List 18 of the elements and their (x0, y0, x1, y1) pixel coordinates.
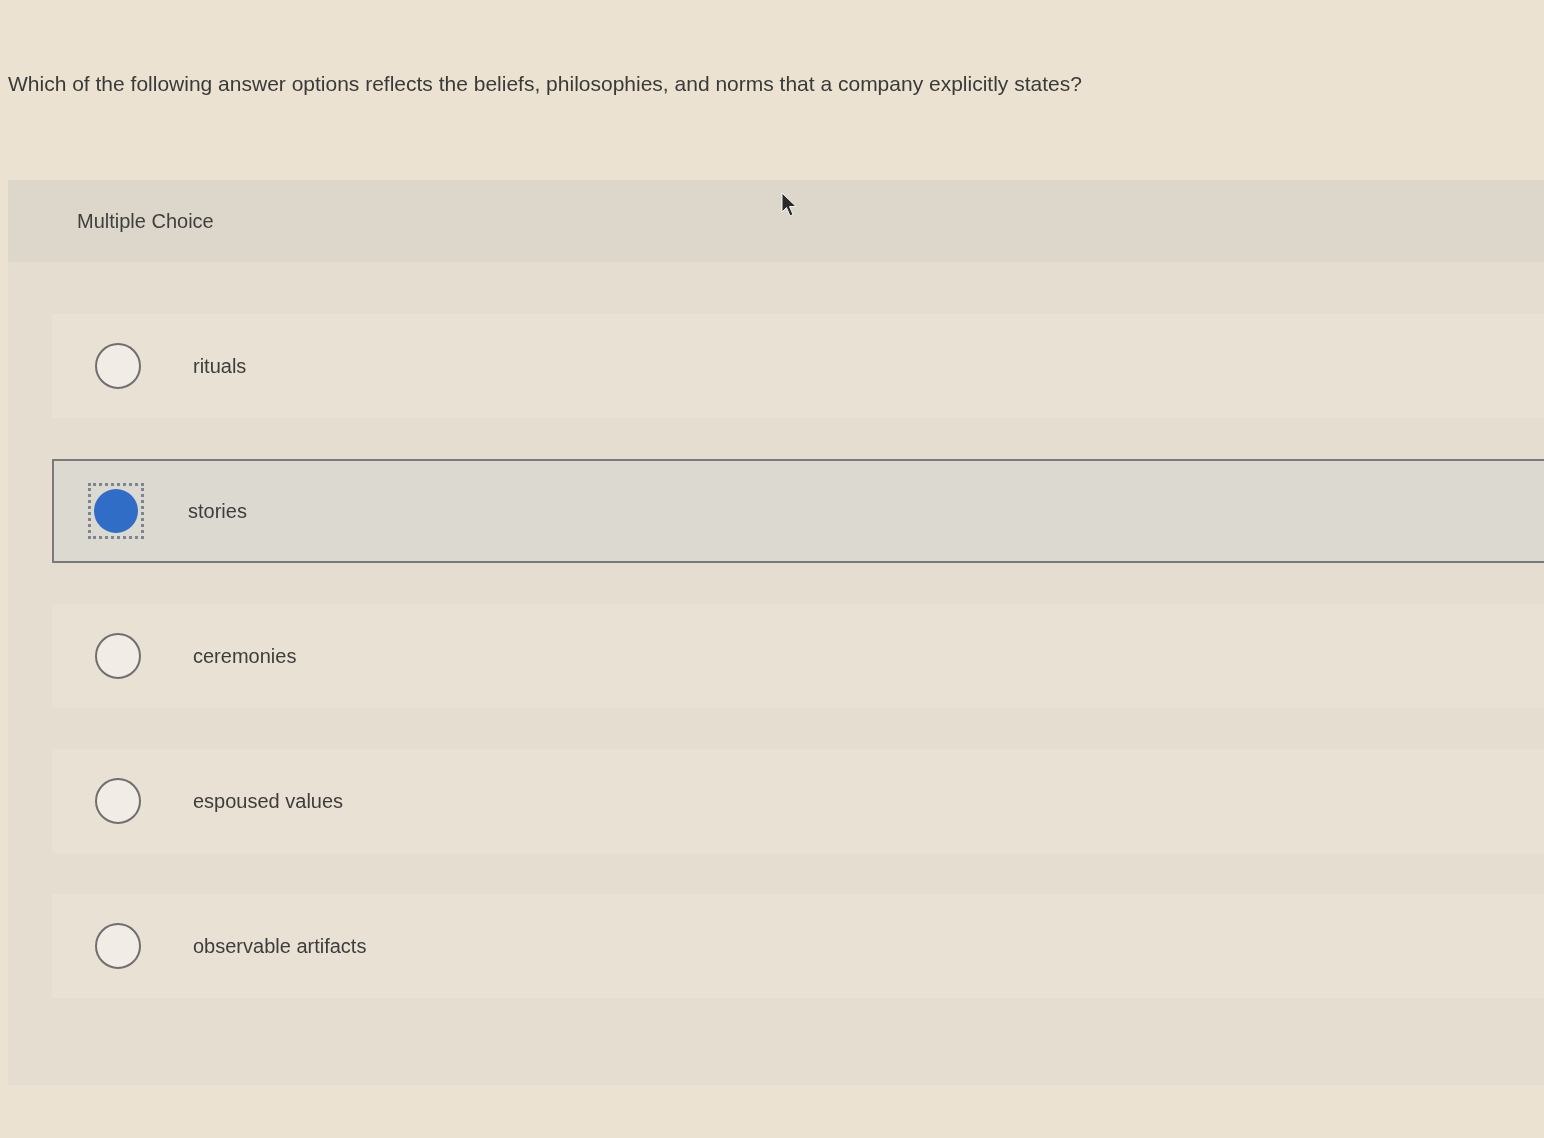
answer-option[interactable]: observable artifacts (52, 894, 1544, 998)
answer-option[interactable]: ceremonies (52, 604, 1544, 708)
option-label: rituals (193, 354, 247, 379)
question-text: Which of the following answer options reflects the beliefs, philosophies, and norms that a company explicitly states? (8, 71, 1082, 97)
radio-button[interactable] (95, 343, 141, 389)
option-label: observable artifacts (193, 934, 367, 959)
option-label: ceremonies (193, 644, 297, 669)
answer-option[interactable]: espoused values (52, 749, 1544, 853)
radio-button[interactable] (95, 633, 141, 679)
answer-option[interactable]: stories (52, 459, 1544, 563)
radio-button[interactable] (88, 483, 144, 539)
radio-button[interactable] (95, 778, 141, 824)
answer-option[interactable]: rituals (52, 314, 1544, 418)
option-label: espoused values (193, 789, 344, 814)
section-title: Multiple Choice (77, 209, 214, 234)
option-label: stories (188, 499, 247, 524)
radio-button[interactable] (95, 923, 141, 969)
mouse-pointer-icon (781, 192, 797, 217)
